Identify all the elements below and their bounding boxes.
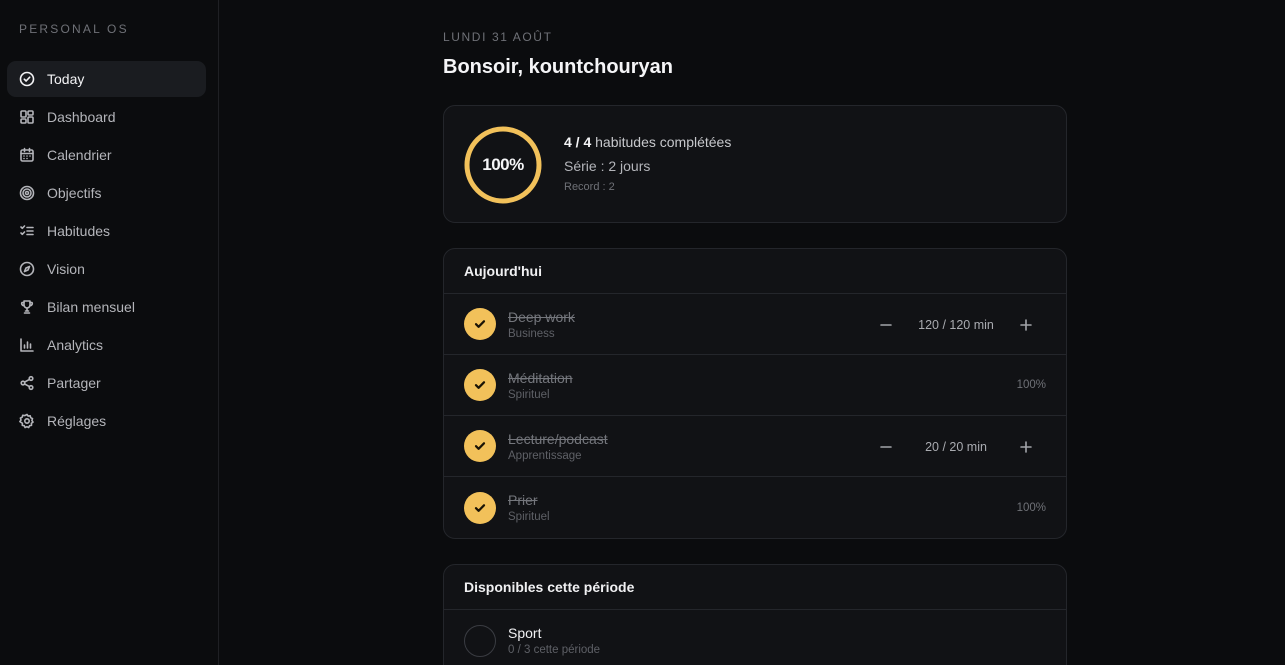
checklist-icon <box>19 223 35 239</box>
habit-period-progress: 0 / 3 cette période <box>508 644 601 656</box>
sidebar-item-vision[interactable]: Vision <box>7 251 206 287</box>
check-icon <box>474 503 486 512</box>
habit-row: Méditation Spirituel 100% <box>444 355 1066 416</box>
habit-name: Deep work <box>508 308 575 325</box>
habit-done-toggle[interactable] <box>464 430 496 462</box>
sidebar-item-reglages[interactable]: Réglages <box>7 403 206 439</box>
habit-percent: 100% <box>1016 379 1046 391</box>
habit-name: Sport <box>508 625 542 641</box>
habit-done-toggle[interactable] <box>464 491 496 524</box>
habit-row: Sport 0 / 3 cette période <box>444 610 1066 665</box>
target-icon <box>19 185 35 201</box>
habit-category: Spirituel <box>508 511 550 523</box>
share-icon <box>19 375 35 391</box>
sidebar-item-partager[interactable]: Partager <box>7 365 206 401</box>
section-title: Aujourd'hui <box>444 249 1066 294</box>
sidebar-item-label: Objectifs <box>47 185 102 201</box>
sidebar-nav: Today Dashboard Calendrier Objectifs Hab… <box>7 61 206 441</box>
brand-title: PERSONAL OS <box>19 22 129 36</box>
check-icon <box>474 381 486 389</box>
habit-value: 120 / 120 min <box>918 317 994 332</box>
habit-done-toggle[interactable] <box>464 369 496 401</box>
quantity-stepper: 120 / 120 min <box>866 294 1046 355</box>
habit-category: Apprentissage <box>508 449 582 462</box>
sidebar-item-label: Vision <box>47 261 85 277</box>
sidebar-item-label: Partager <box>47 375 101 391</box>
available-habits-card: Disponibles cette période Sport 0 / 3 ce… <box>443 564 1067 665</box>
minus-icon <box>880 445 892 448</box>
habit-name: Prier <box>508 492 538 508</box>
habit-done-toggle[interactable] <box>464 624 496 657</box>
sidebar-item-analytics[interactable]: Analytics <box>7 327 206 363</box>
streak-text: Série : 2 jours <box>564 158 651 174</box>
check-icon <box>474 320 486 328</box>
sidebar-item-bilan-mensuel[interactable]: Bilan mensuel <box>7 289 206 325</box>
sidebar: PERSONAL OS Today Dashboard Calendrier O… <box>0 0 219 665</box>
completed-count: 4 / 4 <box>564 134 592 150</box>
plus-icon <box>1020 318 1032 331</box>
completed-suffix: habitudes complétées <box>591 134 732 150</box>
check-circle-icon <box>19 71 35 87</box>
habit-category: Spirituel <box>508 388 550 401</box>
main-content: LUNDI 31 AOÛT Bonsoir, kountchouryan 100… <box>219 0 1285 665</box>
progress-percent: 100% <box>482 155 524 174</box>
summary-card: 100% 4 / 4 habitudes complétées Série : … <box>443 105 1067 223</box>
sidebar-item-label: Dashboard <box>47 109 116 125</box>
sidebar-item-label: Today <box>47 71 85 87</box>
section-title: Disponibles cette période <box>444 565 1066 610</box>
habit-row: Lecture/podcast Apprentissage 20 / 20 mi… <box>444 416 1066 477</box>
decrement-button[interactable] <box>866 432 906 462</box>
increment-button[interactable] <box>1006 432 1046 462</box>
habit-row: Prier Spirituel 100% <box>444 477 1066 538</box>
sidebar-item-label: Calendrier <box>47 147 112 163</box>
habit-category: Business <box>508 327 555 340</box>
sidebar-item-calendrier[interactable]: Calendrier <box>7 137 206 173</box>
check-icon <box>474 442 486 450</box>
record-text: Record : 2 <box>564 181 615 193</box>
page-date: LUNDI 31 AOÛT <box>443 30 553 44</box>
page-title: Bonsoir, kountchouryan <box>443 56 674 78</box>
settings-icon <box>19 413 35 429</box>
habit-row: Deep work Business 120 / 120 min <box>444 294 1066 355</box>
habit-name: Lecture/podcast <box>508 430 608 447</box>
increment-button[interactable] <box>1006 310 1046 340</box>
habit-done-toggle[interactable] <box>464 308 496 340</box>
sidebar-item-label: Réglages <box>47 413 107 429</box>
quantity-stepper: 20 / 20 min <box>866 416 1046 477</box>
sidebar-item-today[interactable]: Today <box>7 61 206 97</box>
grid-icon <box>19 109 35 125</box>
trophy-icon <box>19 299 35 315</box>
calendar-icon <box>19 147 35 163</box>
habit-percent: 100% <box>1016 501 1046 514</box>
sidebar-item-label: Analytics <box>47 337 104 353</box>
sidebar-item-habitudes[interactable]: Habitudes <box>7 213 206 249</box>
habit-name: Méditation <box>508 369 573 386</box>
habit-value: 20 / 20 min <box>925 439 987 454</box>
bar-chart-icon <box>19 337 35 353</box>
completed-summary: 4 / 4 habitudes complétées <box>564 134 731 150</box>
decrement-button[interactable] <box>866 310 906 340</box>
today-habits-card: Aujourd'hui Deep work Business 120 / 120… <box>443 248 1067 539</box>
compass-icon <box>19 261 35 277</box>
sidebar-item-label: Bilan mensuel <box>47 299 135 315</box>
sidebar-item-label: Habitudes <box>47 223 111 239</box>
minus-icon <box>880 323 892 326</box>
sidebar-item-dashboard[interactable]: Dashboard <box>7 99 206 135</box>
plus-icon <box>1020 440 1032 453</box>
sidebar-item-objectifs[interactable]: Objectifs <box>7 175 206 211</box>
